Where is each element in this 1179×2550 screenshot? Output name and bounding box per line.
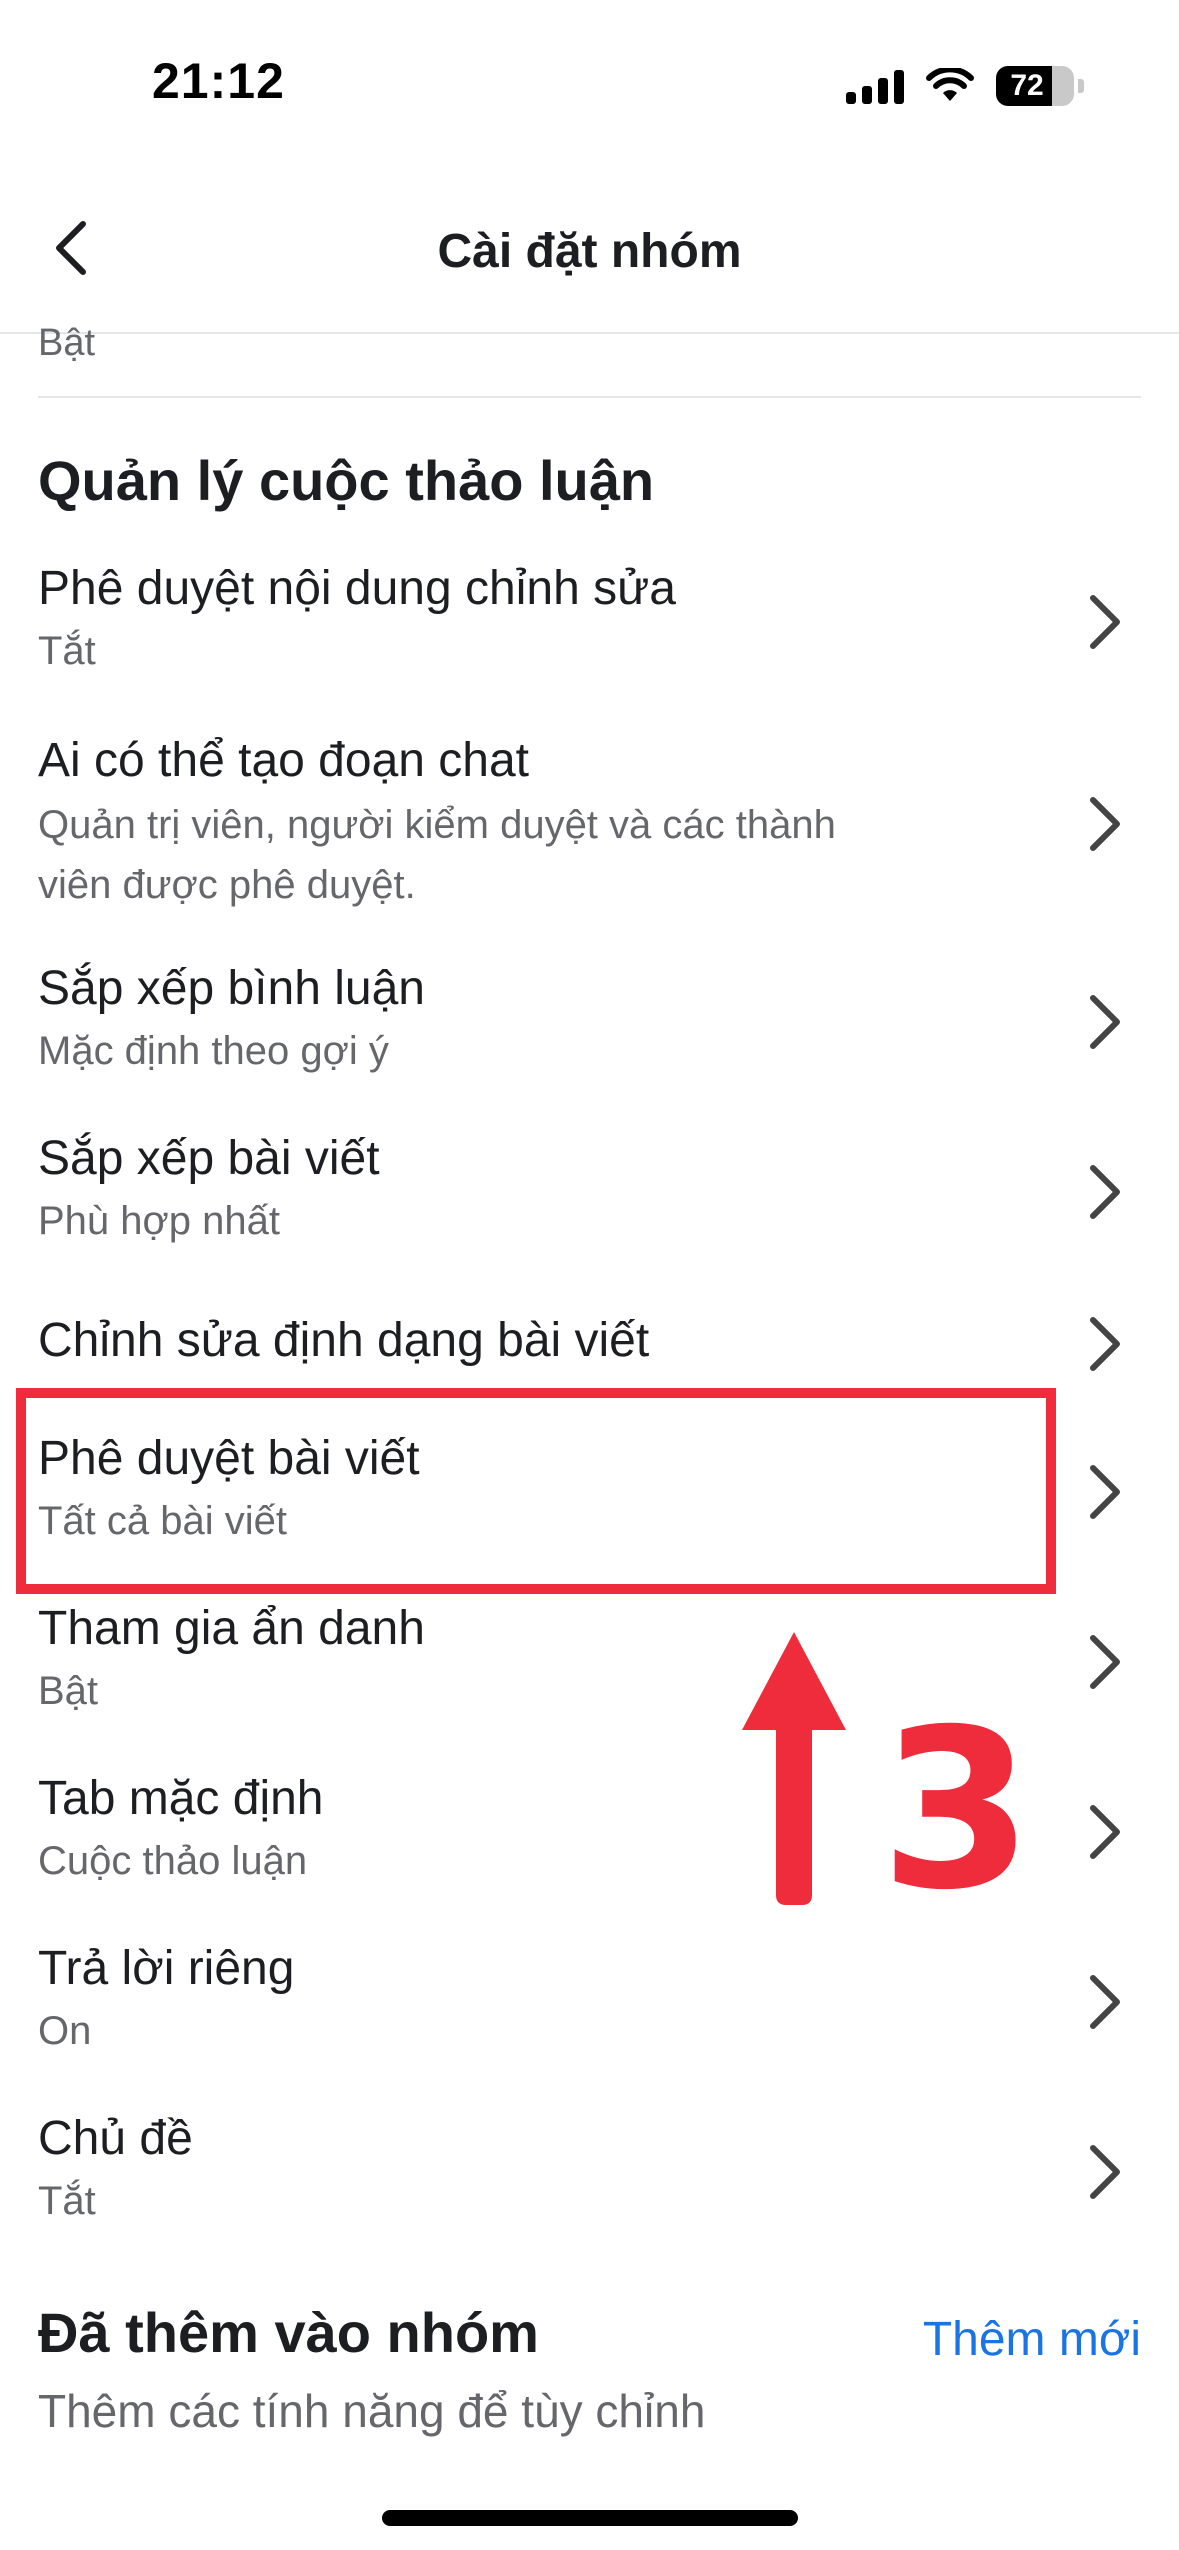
setting-title: Phê duyệt nội dung chỉnh sửa xyxy=(38,562,676,615)
setting-row-topics[interactable]: Chủ đề Tắt xyxy=(0,2100,1179,2240)
battery-tip xyxy=(1078,79,1084,93)
section-title-discussion: Quản lý cuộc thảo luận xyxy=(38,449,655,512)
setting-title: Trả lời riêng xyxy=(38,1942,295,1995)
status-bar: 21:12 72 xyxy=(0,0,1179,170)
add-new-link[interactable]: Thêm mới xyxy=(923,2312,1141,2367)
section-subtitle-added: Thêm các tính năng để tùy chỉnh xyxy=(38,2385,706,2437)
chevron-right-icon xyxy=(1090,995,1120,1049)
setting-row-sort-comments[interactable]: Sắp xếp bình luận Mặc định theo gợi ý xyxy=(0,950,1179,1090)
setting-subtitle: Mặc định theo gợi ý xyxy=(38,1029,389,1073)
setting-title: Sắp xếp bài viết xyxy=(38,1132,380,1185)
section-title-added: Đã thêm vào nhóm xyxy=(38,2301,539,2364)
chevron-right-icon xyxy=(1090,2145,1120,2199)
chevron-right-icon xyxy=(1090,1805,1120,1859)
setting-title: Sắp xếp bình luận xyxy=(38,962,425,1015)
highlight-box xyxy=(16,1388,1056,1594)
previous-item-subtitle: Bật xyxy=(38,322,96,364)
setting-row-edit-approval[interactable]: Phê duyệt nội dung chỉnh sửa Tắt xyxy=(0,550,1179,690)
setting-title: Tab mặc định xyxy=(38,1772,324,1825)
setting-row-private-reply[interactable]: Trả lời riêng On xyxy=(0,1930,1179,2070)
chevron-right-icon xyxy=(1090,1975,1120,2029)
setting-title: Chỉnh sửa định dạng bài viết xyxy=(38,1314,650,1367)
section-divider xyxy=(38,396,1141,398)
page-title: Cài đặt nhóm xyxy=(437,225,742,278)
status-time: 21:12 xyxy=(152,53,285,109)
setting-title: Ai có thể tạo đoạn chat xyxy=(38,734,530,787)
setting-subtitle: Phù hợp nhất xyxy=(38,1199,280,1243)
chevron-right-icon xyxy=(1090,595,1120,649)
setting-subtitle: On xyxy=(38,2009,92,2053)
annotation-number: 3 xyxy=(880,1682,1034,1938)
chevron-right-icon xyxy=(1090,1635,1120,1689)
setting-subtitle-line2: viên được phê duyệt. xyxy=(38,863,416,907)
battery-icon: 72 xyxy=(996,66,1074,106)
chevron-right-icon xyxy=(1090,1165,1120,1219)
setting-row-post-format[interactable]: Chỉnh sửa định dạng bài viết xyxy=(0,1300,1179,1390)
setting-title: Chủ đề xyxy=(38,2112,193,2165)
home-indicator xyxy=(382,2510,798,2526)
setting-subtitle: Tắt xyxy=(38,629,96,673)
cellular-signal-icon xyxy=(846,68,904,104)
status-icons: 72 xyxy=(846,62,1084,110)
battery-percentage: 72 xyxy=(1010,69,1044,102)
setting-title: Tham gia ẩn danh xyxy=(38,1602,425,1655)
setting-row-sort-posts[interactable]: Sắp xếp bài viết Phù hợp nhất xyxy=(0,1120,1179,1260)
setting-subtitle: Tắt xyxy=(38,2179,96,2223)
chevron-right-icon xyxy=(1090,1465,1120,1519)
chevron-right-icon xyxy=(1090,1317,1120,1371)
setting-subtitle-line1: Quản trị viên, người kiểm duyệt và các t… xyxy=(38,803,836,847)
chevron-right-icon xyxy=(1090,797,1120,851)
navigation-bar: Cài đặt nhóm xyxy=(0,170,1179,334)
wifi-icon xyxy=(926,68,974,101)
setting-row-create-chat[interactable]: Ai có thể tạo đoạn chat Quản trị viên, n… xyxy=(0,722,1179,922)
